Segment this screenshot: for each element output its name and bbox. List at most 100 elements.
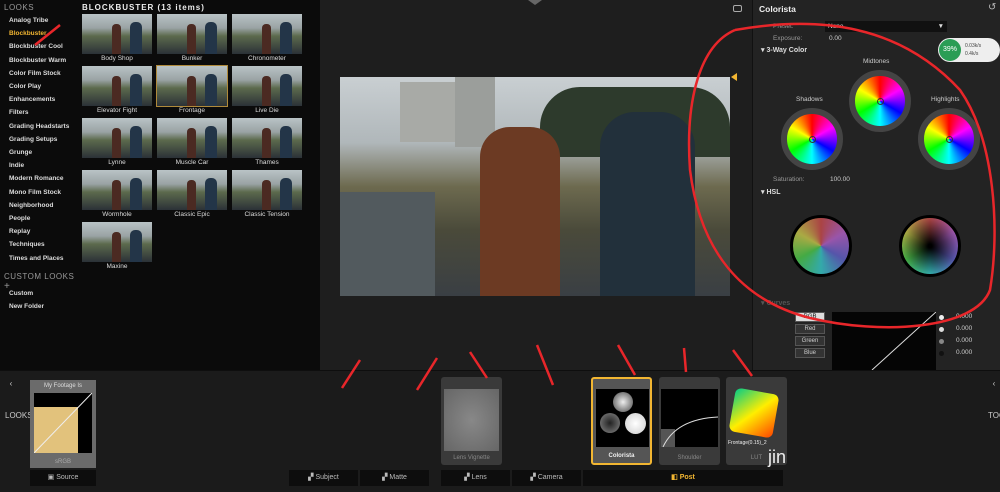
look-category-item[interactable]: Blockbuster Cool bbox=[9, 43, 63, 50]
curves-graph[interactable] bbox=[832, 312, 936, 370]
curve-point-value[interactable]: 0.000 bbox=[956, 337, 972, 344]
preset-select[interactable]: None ▼ bbox=[825, 21, 947, 32]
look-thumbnail[interactable] bbox=[157, 170, 227, 210]
curve-point-dot[interactable] bbox=[939, 327, 944, 332]
look-thumbnail[interactable] bbox=[82, 66, 152, 106]
net-up: 0.03k/s bbox=[965, 43, 982, 49]
custom-item[interactable]: Custom bbox=[9, 290, 33, 297]
saturation-value[interactable]: 100.00 bbox=[830, 176, 850, 183]
shadows-wheel[interactable] bbox=[781, 108, 843, 170]
curve-point-value[interactable]: 0.000 bbox=[956, 349, 972, 356]
look-thumbnail-label: Elevator Fight bbox=[96, 107, 138, 114]
camera-icon[interactable] bbox=[733, 5, 742, 12]
looks-vertical-label[interactable]: LOOKS bbox=[5, 410, 33, 422]
tools-vertical-label[interactable]: TOOLS bbox=[988, 410, 1000, 422]
look-category-item[interactable]: Techniques bbox=[9, 241, 45, 248]
look-category-item[interactable]: Times and Places bbox=[9, 255, 63, 262]
source-tab[interactable]: ▣ Source bbox=[30, 470, 96, 486]
source-icon: ▣ bbox=[47, 474, 57, 481]
card-label: Shoulder bbox=[677, 455, 702, 461]
look-category-item[interactable]: Grading Headstarts bbox=[9, 123, 69, 130]
look-thumbnail-label: Body Shop bbox=[101, 55, 133, 62]
curve-channel-red-button[interactable]: Red bbox=[795, 324, 825, 334]
curve-point-value[interactable]: 0.000 bbox=[956, 313, 972, 320]
look-category-item[interactable]: Neighborhood bbox=[9, 202, 53, 209]
reset-icon[interactable]: ↺ bbox=[988, 2, 996, 13]
colorista-card[interactable]: Colorista bbox=[591, 377, 652, 465]
preset-value: None bbox=[828, 23, 844, 30]
tab-subject[interactable]: ▞ Subject bbox=[289, 470, 358, 486]
tab-lens[interactable]: ▞ Lens bbox=[441, 470, 510, 486]
tools-prev-icon[interactable]: ‹ bbox=[989, 378, 999, 390]
look-thumbnail-label: Classic Epic bbox=[174, 211, 210, 218]
look-thumbnail[interactable] bbox=[232, 170, 302, 210]
look-category-item[interactable]: Analog Tribe bbox=[9, 17, 48, 24]
looks-header: LOOKS bbox=[4, 3, 35, 12]
category-title: BLOCKBUSTER (13 items) bbox=[82, 3, 205, 12]
curve-point-dot[interactable] bbox=[939, 339, 944, 344]
midtones-wheel[interactable] bbox=[849, 70, 911, 132]
highlights-wheel[interactable] bbox=[918, 108, 980, 170]
look-category-item[interactable]: Modern Romance bbox=[9, 175, 64, 182]
tab-label: Matte bbox=[389, 474, 407, 481]
tab-camera[interactable]: ▞ Camera bbox=[512, 470, 581, 486]
look-thumbnail[interactable] bbox=[232, 14, 302, 54]
look-category-item[interactable]: Color Film Stock bbox=[9, 70, 61, 77]
three-way-label: 3-Way Color bbox=[766, 47, 808, 54]
looks-grid: BLOCKBUSTER (13 items) Body Shop Bunker Ch… bbox=[80, 0, 320, 370]
look-category-item[interactable]: Replay bbox=[9, 228, 30, 235]
new-folder-item[interactable]: New Folder bbox=[9, 303, 44, 310]
look-thumbnail[interactable] bbox=[232, 118, 302, 158]
look-category-item[interactable]: People bbox=[9, 215, 30, 222]
preview-image bbox=[340, 77, 730, 296]
hsl-luma-wheel[interactable] bbox=[899, 215, 961, 277]
curve-channel-blue-button[interactable]: Blue bbox=[795, 348, 825, 358]
look-category-item[interactable]: Mono Film Stock bbox=[9, 189, 61, 196]
look-thumbnail[interactable] bbox=[157, 14, 227, 54]
look-category-item[interactable]: Filters bbox=[9, 109, 29, 116]
lut-file: Frontage(0.15)_2 bbox=[728, 440, 767, 446]
look-thumbnail[interactable] bbox=[157, 118, 227, 158]
look-category-item[interactable]: Indie bbox=[9, 162, 24, 169]
look-thumbnail-label: Lynne bbox=[108, 159, 126, 166]
look-category-item[interactable]: Enhancements bbox=[9, 96, 55, 103]
look-thumbnail[interactable] bbox=[82, 222, 152, 262]
hsl-hue-wheel[interactable] bbox=[790, 215, 852, 277]
look-category-item[interactable]: Blockbuster bbox=[9, 30, 47, 37]
watermark: jin bbox=[768, 447, 787, 467]
curve-channel-green-button[interactable]: Green bbox=[795, 336, 825, 346]
shoulder-card[interactable]: Shoulder bbox=[659, 377, 720, 465]
hsl-section[interactable]: ▾ HSL bbox=[761, 188, 780, 196]
look-category-item[interactable]: Color Play bbox=[9, 83, 41, 90]
look-category-item[interactable]: Blockbuster Warm bbox=[9, 57, 66, 64]
curve-channel-rgb-button[interactable]: RGB bbox=[795, 312, 825, 322]
looks-sidebar: LOOKS Analog Tribe Blockbuster Blockbuster… bbox=[0, 0, 80, 370]
curve-point-dot[interactable] bbox=[939, 315, 944, 320]
source-card[interactable]: My Footage Is sRGB bbox=[30, 380, 96, 468]
curve-point-dot[interactable] bbox=[939, 351, 944, 356]
look-thumbnail[interactable] bbox=[82, 118, 152, 158]
look-category-item[interactable]: Grading Setups bbox=[9, 136, 57, 143]
marker-icon bbox=[731, 73, 737, 81]
look-thumbnail[interactable] bbox=[82, 14, 152, 54]
tab-matte[interactable]: ▞ Matte bbox=[360, 470, 429, 486]
look-thumbnail-label: Frontage bbox=[178, 107, 206, 114]
network-widget: 39% 0.03k/s 0.4k/s bbox=[938, 38, 1000, 62]
look-thumbnail-label: Muscle Car bbox=[175, 159, 209, 166]
look-thumbnail[interactable] bbox=[82, 170, 152, 210]
exposure-value[interactable]: 0.00 bbox=[829, 35, 842, 42]
chevron-down-icon: ▼ bbox=[937, 23, 944, 30]
lens-vignette-card[interactable]: Lens Vignette bbox=[441, 377, 502, 465]
exposure-label: Exposure: bbox=[773, 35, 803, 42]
look-thumbnail[interactable] bbox=[232, 66, 302, 106]
curves-section[interactable]: ▾ Curves bbox=[761, 299, 790, 307]
tab-post[interactable]: ◧ Post bbox=[583, 470, 783, 486]
collapse-arrow-icon[interactable] bbox=[528, 0, 542, 5]
curve-point-value[interactable]: 0.000 bbox=[956, 325, 972, 332]
looks-prev-icon[interactable]: ‹ bbox=[6, 378, 16, 390]
look-thumbnail[interactable] bbox=[156, 65, 228, 107]
tab-label: Lens bbox=[471, 474, 487, 481]
three-way-section[interactable]: ▾ 3-Way Color bbox=[761, 46, 807, 54]
net-percent: 39% bbox=[939, 39, 961, 61]
look-category-item[interactable]: Grunge bbox=[9, 149, 32, 156]
